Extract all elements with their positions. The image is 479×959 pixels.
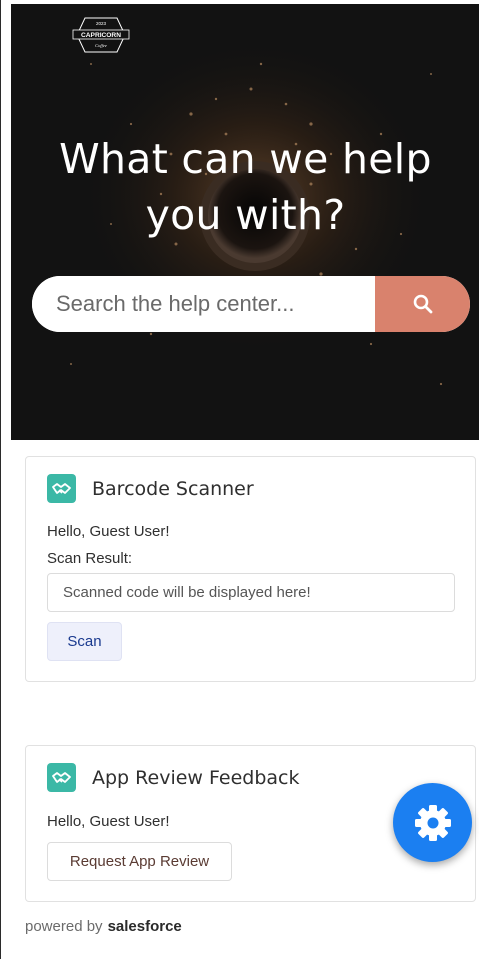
capricorn-logo[interactable]: 2023 CAPRICORN Coffee: [71, 14, 131, 56]
greeting-text: Hello, Guest User!: [47, 813, 170, 830]
powered-by-footer: powered by salesforce: [25, 918, 182, 935]
salesforce-brand[interactable]: salesforce: [108, 918, 182, 935]
scan-result-label: Scan Result:: [47, 550, 133, 567]
search-input[interactable]: [32, 276, 375, 332]
hero-heading: What can we help you with?: [11, 131, 479, 243]
greeting-text: Hello, Guest User!: [47, 523, 170, 540]
search-icon: [413, 294, 432, 314]
card-title: App Review Feedback: [92, 766, 300, 789]
powered-by-text: powered by: [25, 918, 103, 935]
hero-banner: 2023 CAPRICORN Coffee What can we help y…: [11, 4, 479, 440]
logo-sub: Coffee: [95, 43, 107, 48]
logo-brand: CAPRICORN: [81, 32, 121, 39]
settings-fab[interactable]: [393, 783, 472, 862]
search-button[interactable]: [375, 276, 470, 332]
card-title: Barcode Scanner: [92, 477, 254, 500]
card-header: App Review Feedback: [47, 763, 299, 792]
hero-heading-line1: What can we help: [59, 135, 432, 183]
search-bar: [32, 276, 470, 332]
gear-icon: [414, 804, 451, 841]
scan-result-field[interactable]: Scanned code will be displayed here!: [47, 573, 455, 612]
scan-button[interactable]: Scan: [47, 622, 122, 661]
hero-heading-line2: you with?: [145, 191, 346, 239]
scan-result-placeholder: Scanned code will be displayed here!: [63, 584, 311, 601]
handshake-icon: [47, 763, 76, 792]
handshake-icon: [47, 474, 76, 503]
logo-year: 2023: [96, 21, 107, 26]
barcode-scanner-card: Barcode Scanner Hello, Guest User! Scan …: [25, 456, 476, 682]
page: 2023 CAPRICORN Coffee What can we help y…: [0, 0, 479, 959]
request-app-review-button[interactable]: Request App Review: [47, 842, 232, 881]
card-header: Barcode Scanner: [47, 474, 254, 503]
